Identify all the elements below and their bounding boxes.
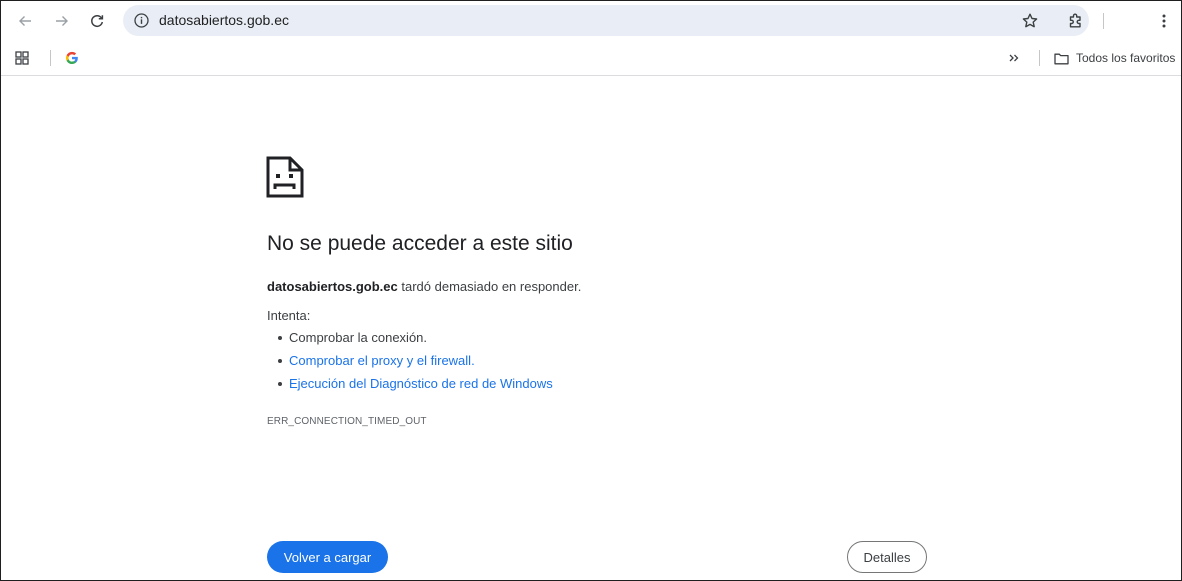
all-bookmarks-label: Todos los favoritos xyxy=(1076,51,1176,65)
reload-page-button[interactable]: Volver a cargar xyxy=(267,541,388,573)
forward-button[interactable] xyxy=(50,9,74,33)
sad-page-icon xyxy=(266,156,304,198)
bookmark-star-button[interactable] xyxy=(1018,9,1042,33)
back-arrow-icon xyxy=(19,16,31,26)
address-bar[interactable]: datosabiertos.gob.ec xyxy=(123,5,1089,36)
chevron-double-right-icon xyxy=(1009,54,1019,62)
bookmarks-bar: Todos los favoritos xyxy=(1,41,1181,76)
suggestion-check-connection: Comprobar la conexión. xyxy=(267,330,553,353)
error-title: No se puede acceder a este sitio xyxy=(267,232,573,255)
error-description: datosabiertos.gob.ec tardó demasiado en … xyxy=(267,279,581,294)
browser-toolbar: datosabiertos.gob.ec xyxy=(1,1,1181,41)
folder-icon xyxy=(1054,53,1069,64)
google-bookmark[interactable] xyxy=(65,46,79,70)
try-label: Intenta: xyxy=(267,308,311,323)
kebab-menu-icon xyxy=(1162,14,1166,28)
suggestion-check-proxy-link[interactable]: Comprobar el proxy y el firewall. xyxy=(267,353,553,376)
suggestions-list: Comprobar la conexión. Comprobar el prox… xyxy=(267,330,553,399)
reload-button[interactable] xyxy=(85,9,109,33)
google-icon xyxy=(65,51,78,65)
bookmarks-divider xyxy=(1039,50,1040,66)
error-message: tardó demasiado en responder. xyxy=(397,279,582,294)
all-bookmarks-folder[interactable]: Todos los favoritos xyxy=(1054,46,1175,70)
puzzle-icon xyxy=(1069,13,1081,28)
bookmarks-overflow-button[interactable] xyxy=(1008,46,1020,70)
details-button[interactable]: Detalles xyxy=(847,541,927,573)
forward-arrow-icon xyxy=(56,16,68,26)
browser-menu-button[interactable] xyxy=(1152,9,1176,33)
error-page: No se puede acceder a este sitio datosab… xyxy=(1,76,1181,580)
address-url[interactable]: datosabiertos.gob.ec xyxy=(159,5,289,36)
site-info-button[interactable] xyxy=(133,12,150,29)
star-icon xyxy=(1022,13,1038,28)
info-icon xyxy=(134,13,149,28)
suggestion-network-diagnostics-link[interactable]: Ejecución del Diagnóstico de red de Wind… xyxy=(267,376,553,399)
bookmarks-divider xyxy=(50,50,51,66)
error-code: ERR_CONNECTION_TIMED_OUT xyxy=(267,416,427,427)
back-button[interactable] xyxy=(13,9,37,33)
error-host: datosabiertos.gob.ec xyxy=(267,279,398,294)
toolbar-divider xyxy=(1103,13,1104,29)
apps-button[interactable] xyxy=(15,46,29,70)
browser-window: datosabiertos.gob.ec Todos los favoritos… xyxy=(0,0,1182,581)
reload-icon xyxy=(91,14,104,28)
apps-grid-icon xyxy=(15,51,29,65)
extensions-button[interactable] xyxy=(1064,9,1088,33)
